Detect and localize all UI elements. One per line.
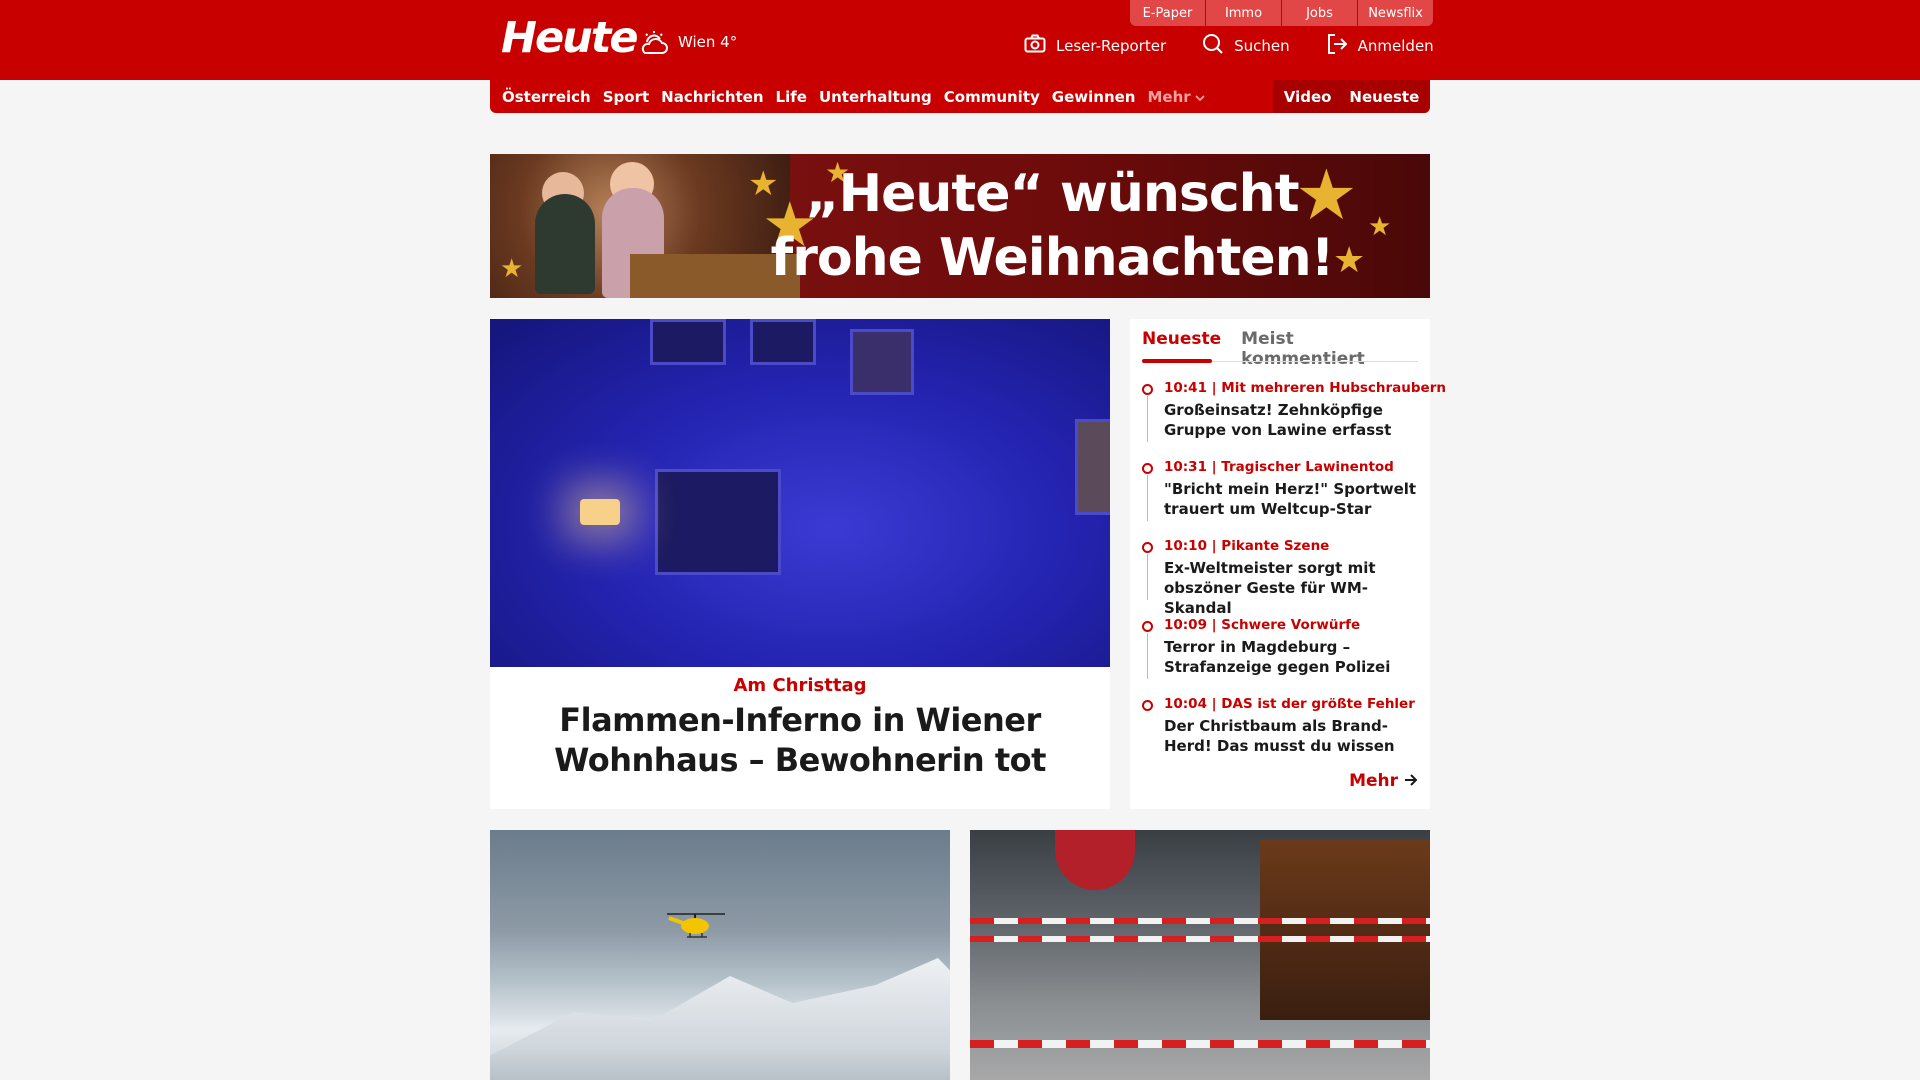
- item-title[interactable]: Ex-Weltmeister sorgt mit obszöner Geste …: [1164, 558, 1422, 618]
- banner-line-2: frohe Weihnachten!: [770, 228, 1335, 288]
- banner-child-body: [535, 194, 595, 294]
- cloud-sun-icon: [638, 28, 670, 56]
- weather-widget[interactable]: Wien 4°: [638, 27, 737, 57]
- top-header: Heute Wien 4° E-Paper Immo Jobs Newsflix…: [0, 0, 1920, 80]
- police-tape: [970, 918, 1430, 924]
- nav-right-group: Video Neueste: [1273, 80, 1430, 113]
- police-tape: [970, 1040, 1430, 1048]
- list-item[interactable]: 10:04 | DAS ist der größte Fehler Der Ch…: [1142, 695, 1422, 774]
- item-meta: 10:10 | Pikante Szene: [1164, 538, 1330, 554]
- mountain-image: [490, 958, 950, 1080]
- tab-meist-kommentiert[interactable]: Meist kommentiert: [1241, 329, 1418, 369]
- lamp: [580, 499, 620, 525]
- latest-news-panel: Neueste Meist kommentiert 10:41 | Mit me…: [1130, 319, 1446, 809]
- service-newsflix[interactable]: Newsflix: [1357, 0, 1433, 26]
- christmas-banner[interactable]: ★ ★ ★ ★ ★ ★ ★ „Heute“ wünscht frohe Weih…: [490, 154, 1430, 298]
- window: [655, 469, 781, 575]
- nav-item-community[interactable]: Community: [944, 88, 1040, 106]
- item-title[interactable]: Der Christbaum als Brand-Herd! Das musst…: [1164, 716, 1422, 756]
- arrow-right-icon: [1404, 771, 1418, 791]
- search-button[interactable]: Suchen: [1202, 33, 1290, 59]
- latest-more-link[interactable]: Mehr: [1349, 771, 1418, 791]
- item-title[interactable]: "Bricht mein Herz!" Sportwelt trauert um…: [1164, 479, 1422, 519]
- timeline-dot: [1142, 621, 1153, 632]
- star-icon: ★: [500, 254, 524, 284]
- item-meta: 10:04 | DAS ist der größte Fehler: [1164, 696, 1415, 712]
- nav-more-label: Mehr: [1147, 87, 1191, 106]
- banner-line-1: „Heute“ wünscht: [805, 164, 1299, 224]
- nav-item-unterhaltung[interactable]: Unterhaltung: [819, 88, 932, 106]
- item-title[interactable]: Großeinsatz! Zehnköpfige Gruppe von Lawi…: [1164, 400, 1422, 440]
- item-meta: 10:09 | Schwere Vorwürfe: [1164, 617, 1361, 633]
- login-button[interactable]: Anmelden: [1326, 33, 1434, 59]
- timeline-line: [1147, 554, 1148, 600]
- list-item[interactable]: 10:31 | Tragischer Lawinentod "Bricht me…: [1142, 458, 1422, 537]
- lead-headline[interactable]: Flammen-Inferno in Wiener Wohnhaus – Bew…: [490, 700, 1110, 780]
- service-bar: E-Paper Immo Jobs Newsflix: [1130, 0, 1433, 26]
- tab-neueste[interactable]: Neueste: [1142, 329, 1221, 359]
- list-item[interactable]: 10:09 | Schwere Vorwürfe Terror in Magde…: [1142, 616, 1422, 695]
- window: [750, 319, 816, 365]
- weather-text: Wien 4°: [678, 33, 738, 51]
- window: [1075, 419, 1110, 515]
- window: [650, 319, 726, 365]
- lead-kicker: Am Christtag: [733, 675, 867, 696]
- timeline-line: [1147, 475, 1148, 521]
- heute-logo[interactable]: Heute: [501, 13, 638, 63]
- timeline-line: [1147, 633, 1148, 679]
- latest-feed: 10:41 | Mit mehreren Hubschraubern Große…: [1142, 379, 1446, 774]
- timeline-dot: [1142, 700, 1153, 711]
- search-icon: [1202, 33, 1224, 59]
- umbrella-image: [1055, 830, 1135, 890]
- nav-more-dropdown[interactable]: Mehr: [1147, 87, 1205, 106]
- item-meta: 10:31 | Tragischer Lawinentod: [1164, 459, 1394, 475]
- nav-item-neueste[interactable]: Neueste: [1349, 88, 1419, 106]
- article-card-magdeburg[interactable]: [970, 830, 1430, 1080]
- timeline-dot: [1142, 542, 1153, 553]
- star-icon: ★: [1368, 212, 1392, 242]
- item-meta: 10:41 | Mit mehreren Hubschraubern: [1164, 380, 1446, 396]
- timeline-line: [1147, 396, 1148, 442]
- leser-reporter-label: Leser-Reporter: [1056, 37, 1167, 55]
- timeline-dot: [1142, 384, 1153, 395]
- active-tab-indicator: [1142, 359, 1212, 363]
- nav-item-life[interactable]: Life: [776, 88, 807, 106]
- lead-article[interactable]: Am Christtag Flammen-Inferno in Wiener W…: [490, 319, 1110, 809]
- chevron-down-icon: [1195, 88, 1205, 106]
- header-actions: Leser-Reporter Suchen Anmelden: [1024, 32, 1434, 60]
- more-label: Mehr: [1349, 771, 1398, 791]
- service-jobs[interactable]: Jobs: [1281, 0, 1357, 26]
- search-label: Suchen: [1234, 37, 1290, 55]
- banner-text: „Heute“ wünscht frohe Weihnachten!: [752, 162, 1352, 290]
- leser-reporter-button[interactable]: Leser-Reporter: [1024, 34, 1166, 58]
- nav-item-gewinnen[interactable]: Gewinnen: [1052, 88, 1136, 106]
- service-epaper[interactable]: E-Paper: [1130, 0, 1205, 26]
- police-tape: [970, 936, 1430, 942]
- timeline-dot: [1142, 463, 1153, 474]
- list-item[interactable]: 10:10 | Pikante Szene Ex-Weltmeister sor…: [1142, 537, 1422, 618]
- helicopter-icon: [667, 913, 725, 938]
- market-stall-image: [1260, 840, 1430, 1020]
- main-navigation: Österreich Sport Nachrichten Life Unterh…: [490, 80, 1430, 113]
- nav-item-oesterreich[interactable]: Österreich: [502, 88, 591, 106]
- latest-tabs: Neueste Meist kommentiert: [1142, 329, 1418, 369]
- lead-article-image: [490, 319, 1110, 667]
- nav-item-video[interactable]: Video: [1284, 88, 1332, 106]
- login-icon: [1326, 33, 1348, 59]
- nav-item-nachrichten[interactable]: Nachrichten: [661, 88, 763, 106]
- camera-icon: [1024, 34, 1046, 58]
- list-item[interactable]: 10:41 | Mit mehreren Hubschraubern Große…: [1142, 379, 1446, 458]
- window: [850, 329, 914, 395]
- item-title[interactable]: Terror in Magdeburg – Strafanzeige gegen…: [1164, 637, 1422, 677]
- login-label: Anmelden: [1357, 37, 1434, 55]
- service-immo[interactable]: Immo: [1205, 0, 1281, 26]
- nav-item-sport[interactable]: Sport: [603, 88, 649, 106]
- article-card-helicopter[interactable]: [490, 830, 950, 1080]
